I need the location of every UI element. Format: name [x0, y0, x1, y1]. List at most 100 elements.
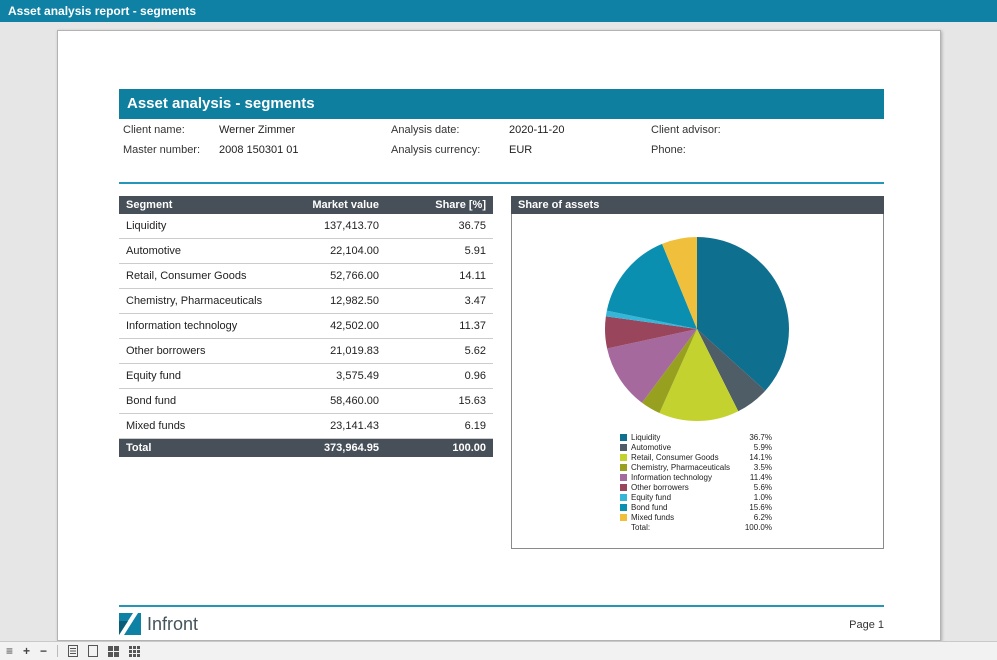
- legend-item: Other borrowers5.6%: [620, 482, 772, 492]
- table-cell: 6.19: [379, 420, 493, 432]
- table-header-segment: Segment: [119, 199, 289, 211]
- analysis-date-value: 2020-11-20: [509, 124, 564, 136]
- legend-label: Information technology: [631, 473, 738, 482]
- page-number: Page 1: [119, 619, 884, 631]
- table-cell: 42,502.00: [289, 320, 379, 332]
- table-cell: 36.75: [379, 220, 493, 232]
- single-page-view-button[interactable]: [88, 645, 98, 657]
- master-number-label: Master number:: [123, 144, 200, 156]
- table-cell: 21,019.83: [289, 345, 379, 357]
- table-row: Equity fund3,575.490.96: [119, 364, 493, 389]
- legend-percent: 6.2%: [738, 513, 772, 522]
- zoom-out-button[interactable]: −: [40, 645, 47, 657]
- legend-percent: 5.9%: [738, 443, 772, 452]
- client-name-value: Werner Zimmer: [219, 124, 295, 136]
- table-cell: Automotive: [119, 245, 289, 257]
- legend-item: Mixed funds6.2%: [620, 512, 772, 522]
- grid-view-button[interactable]: [108, 646, 119, 657]
- table-header-row: Segment Market value Share [%]: [119, 196, 493, 214]
- legend-label: Retail, Consumer Goods: [631, 453, 738, 462]
- phone-label: Phone:: [651, 144, 686, 156]
- table-row: Mixed funds23,141.436.19: [119, 414, 493, 439]
- table-cell: 14.11: [379, 270, 493, 282]
- legend-item: Chemistry, Pharmaceuticals3.5%: [620, 462, 772, 472]
- table-cell: Liquidity: [119, 220, 289, 232]
- share-of-assets-panel: Share of assets Liquidity36.7%Automotive…: [511, 196, 884, 549]
- thumbnails-view-button[interactable]: [129, 646, 140, 657]
- legend-item: Retail, Consumer Goods14.1%: [620, 452, 772, 462]
- legend-percent: 14.1%: [738, 453, 772, 462]
- legend-swatch: [620, 494, 627, 501]
- table-row: Automotive22,104.005.91: [119, 239, 493, 264]
- table-cell: 3,575.49: [289, 370, 379, 382]
- table-cell: Equity fund: [119, 370, 289, 382]
- table-row: Retail, Consumer Goods52,766.0014.11: [119, 264, 493, 289]
- legend-percent: 5.6%: [738, 483, 772, 492]
- table-cell: 52,766.00: [289, 270, 379, 282]
- chart-panel-title: Share of assets: [511, 196, 884, 214]
- legend-swatch: [620, 504, 627, 511]
- chart-area: Liquidity36.7%Automotive5.9%Retail, Cons…: [511, 214, 884, 549]
- legend-label: Chemistry, Pharmaceuticals: [631, 463, 738, 472]
- legend-swatch: [620, 514, 627, 521]
- client-name-label: Client name:: [123, 124, 185, 136]
- zoom-in-button[interactable]: +: [23, 645, 30, 657]
- analysis-currency-value: EUR: [509, 144, 532, 156]
- legend-item: Bond fund15.6%: [620, 502, 772, 512]
- pie-chart: [604, 236, 790, 422]
- segment-table-body: Liquidity137,413.7036.75Automotive22,104…: [119, 214, 493, 439]
- viewer-toolbar: ≡ + −: [0, 641, 997, 660]
- legend-swatch: [620, 464, 627, 471]
- table-cell: 5.62: [379, 345, 493, 357]
- toolbar-divider: [57, 645, 58, 657]
- legend-item: Automotive5.9%: [620, 442, 772, 452]
- segment-table: Segment Market value Share [%] Liquidity…: [119, 196, 493, 457]
- table-cell: Bond fund: [119, 395, 289, 407]
- table-cell: 58,460.00: [289, 395, 379, 407]
- legend-label: Liquidity: [631, 433, 738, 442]
- table-header-market-value: Market value: [289, 199, 379, 211]
- table-row: Information technology42,502.0011.37: [119, 314, 493, 339]
- table-cell: Other borrowers: [119, 345, 289, 357]
- report-page: Asset analysis - segments Client name: W…: [57, 30, 941, 641]
- legend-swatch-empty: [620, 524, 627, 531]
- table-row: Liquidity137,413.7036.75: [119, 214, 493, 239]
- window-title-bar: Asset analysis report - segments: [0, 0, 997, 22]
- table-row: Chemistry, Pharmaceuticals12,982.503.47: [119, 289, 493, 314]
- table-row: Other borrowers21,019.835.62: [119, 339, 493, 364]
- total-market-value: 373,964.95: [289, 442, 379, 454]
- legend-label: Automotive: [631, 443, 738, 452]
- table-cell: 11.37: [379, 320, 493, 332]
- table-cell: Information technology: [119, 320, 289, 332]
- legend-item: Equity fund1.0%: [620, 492, 772, 502]
- legend-label: Total:: [631, 523, 738, 532]
- legend-percent: 36.7%: [738, 433, 772, 442]
- legend-label: Bond fund: [631, 503, 738, 512]
- legend-percent: 100.0%: [738, 523, 772, 532]
- client-advisor-label: Client advisor:: [651, 124, 721, 136]
- legend-item: Liquidity36.7%: [620, 432, 772, 442]
- legend-swatch: [620, 484, 627, 491]
- total-share: 100.00: [379, 442, 493, 454]
- legend-percent: 3.5%: [738, 463, 772, 472]
- footer-separator-line: [119, 605, 884, 607]
- table-cell: 3.47: [379, 295, 493, 307]
- menu-icon[interactable]: ≡: [6, 645, 13, 657]
- report-title: Asset analysis - segments: [127, 95, 315, 112]
- table-header-share: Share [%]: [379, 199, 493, 211]
- legend-percent: 15.6%: [738, 503, 772, 512]
- legend-swatch: [620, 434, 627, 441]
- table-cell: 5.91: [379, 245, 493, 257]
- legend-label: Other borrowers: [631, 483, 738, 492]
- table-cell: 22,104.00: [289, 245, 379, 257]
- table-total-row: Total 373,964.95 100.00: [119, 439, 493, 457]
- table-cell: 137,413.70: [289, 220, 379, 232]
- report-viewport[interactable]: Asset analysis - segments Client name: W…: [0, 22, 997, 641]
- legend-swatch: [620, 454, 627, 461]
- table-cell: 15.63: [379, 395, 493, 407]
- legend-total-row: Total:100.0%: [620, 522, 772, 532]
- legend-percent: 1.0%: [738, 493, 772, 502]
- document-view-button[interactable]: [68, 645, 78, 657]
- legend-label: Mixed funds: [631, 513, 738, 522]
- analysis-currency-label: Analysis currency:: [391, 144, 480, 156]
